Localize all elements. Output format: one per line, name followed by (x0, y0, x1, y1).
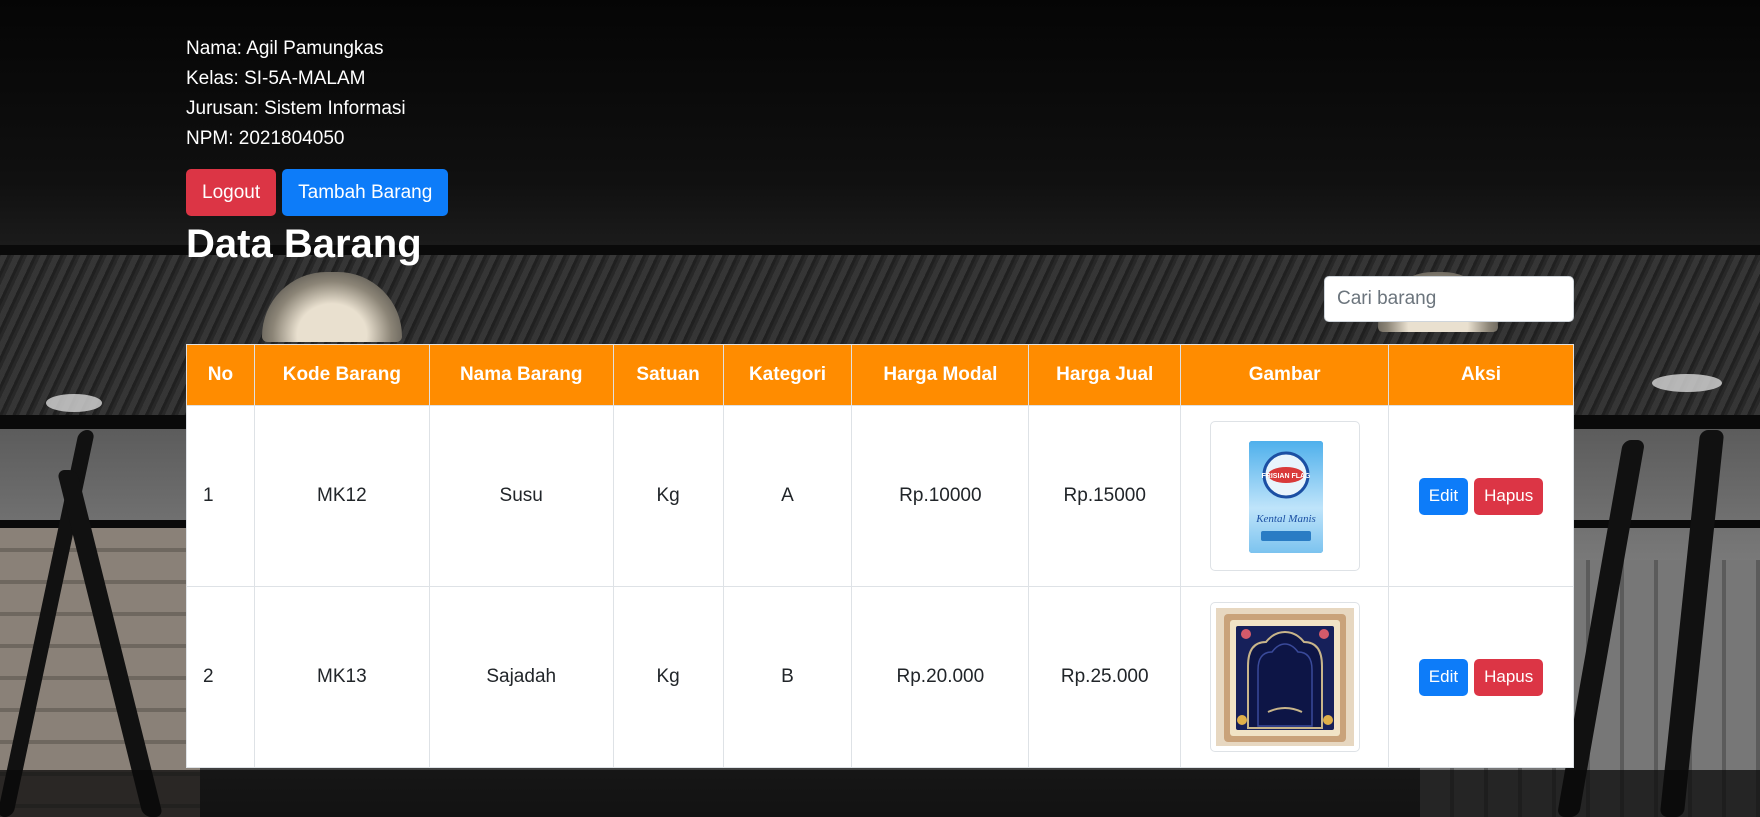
product-image-sajadah (1209, 602, 1360, 752)
col-header-no: No (186, 344, 255, 406)
student-info: Nama: Agil Pamungkas Kelas: SI-5A-MALAM … (186, 34, 1574, 154)
table-row: 2 MK13 Sajadah Kg B Rp.20.000 Rp.25.000 (186, 586, 1574, 768)
logout-button[interactable]: Logout (186, 169, 277, 216)
search-input[interactable] (1324, 276, 1574, 322)
cell-kategori: A (722, 405, 853, 587)
col-header-satuan: Satuan (612, 344, 724, 406)
delete-button[interactable]: Hapus (1474, 658, 1544, 696)
main-content: Nama: Agil Pamungkas Kelas: SI-5A-MALAM … (186, 0, 1574, 768)
prayer-rug-image (1215, 608, 1354, 746)
cell-harga-modal: Rp.10000 (851, 405, 1030, 587)
edit-button[interactable]: Edit (1418, 658, 1469, 696)
cell-kode: MK13 (253, 586, 430, 768)
cell-nama: Sajadah (428, 586, 614, 768)
cell-harga-modal: Rp.20.000 (851, 586, 1030, 768)
student-name: Nama: Agil Pamungkas (186, 38, 384, 59)
cell-aksi: Edit Hapus (1388, 405, 1574, 587)
cell-nama: Susu (428, 405, 614, 587)
col-header-nama: Nama Barang (428, 344, 614, 406)
edit-button[interactable]: Edit (1418, 477, 1469, 515)
student-major: Jurusan: Sistem Informasi (186, 98, 406, 119)
col-header-gambar: Gambar (1180, 344, 1390, 406)
cell-harga-jual: Rp.25.000 (1028, 586, 1182, 768)
svg-text:FRISIAN FLAG: FRISIAN FLAG (1261, 473, 1311, 480)
page-title: Data Barang (186, 222, 422, 266)
cell-aksi: Edit Hapus (1388, 586, 1574, 768)
cell-satuan: Kg (612, 586, 724, 768)
cell-gambar (1180, 586, 1390, 768)
cell-harga-jual: Rp.15000 (1028, 405, 1182, 587)
col-header-harga-jual: Harga Jual (1028, 344, 1182, 406)
col-header-harga-modal: Harga Modal (851, 344, 1030, 406)
cell-no: 2 (186, 586, 255, 768)
cell-kode: MK12 (253, 405, 430, 587)
student-npm: NPM: 2021804050 (186, 128, 345, 149)
add-item-button[interactable]: Tambah Barang (282, 169, 449, 216)
milk-package-image: FRISIAN FLAG Kental Manis (1215, 427, 1354, 565)
svg-text:Kental Manis: Kental Manis (1255, 513, 1316, 525)
search-box (1324, 276, 1574, 322)
cell-no: 1 (186, 405, 255, 587)
cell-satuan: Kg (612, 405, 724, 587)
product-image-susu: FRISIAN FLAG Kental Manis (1209, 421, 1360, 571)
cell-gambar: FRISIAN FLAG Kental Manis (1180, 405, 1390, 587)
table-row: 1 MK12 Susu Kg A Rp.10000 Rp.15000 FRISI… (186, 405, 1574, 587)
col-header-kode: Kode Barang (253, 344, 430, 406)
cell-kategori: B (722, 586, 853, 768)
items-table: No Kode Barang Nama Barang Satuan Katego… (186, 344, 1574, 768)
action-bar: Logout Tambah Barang (186, 169, 1574, 216)
student-class: Kelas: SI-5A-MALAM (186, 68, 366, 89)
table-header-row: No Kode Barang Nama Barang Satuan Katego… (186, 344, 1574, 406)
delete-button[interactable]: Hapus (1474, 477, 1544, 515)
col-header-kategori: Kategori (722, 344, 853, 406)
col-header-aksi: Aksi (1388, 344, 1574, 406)
